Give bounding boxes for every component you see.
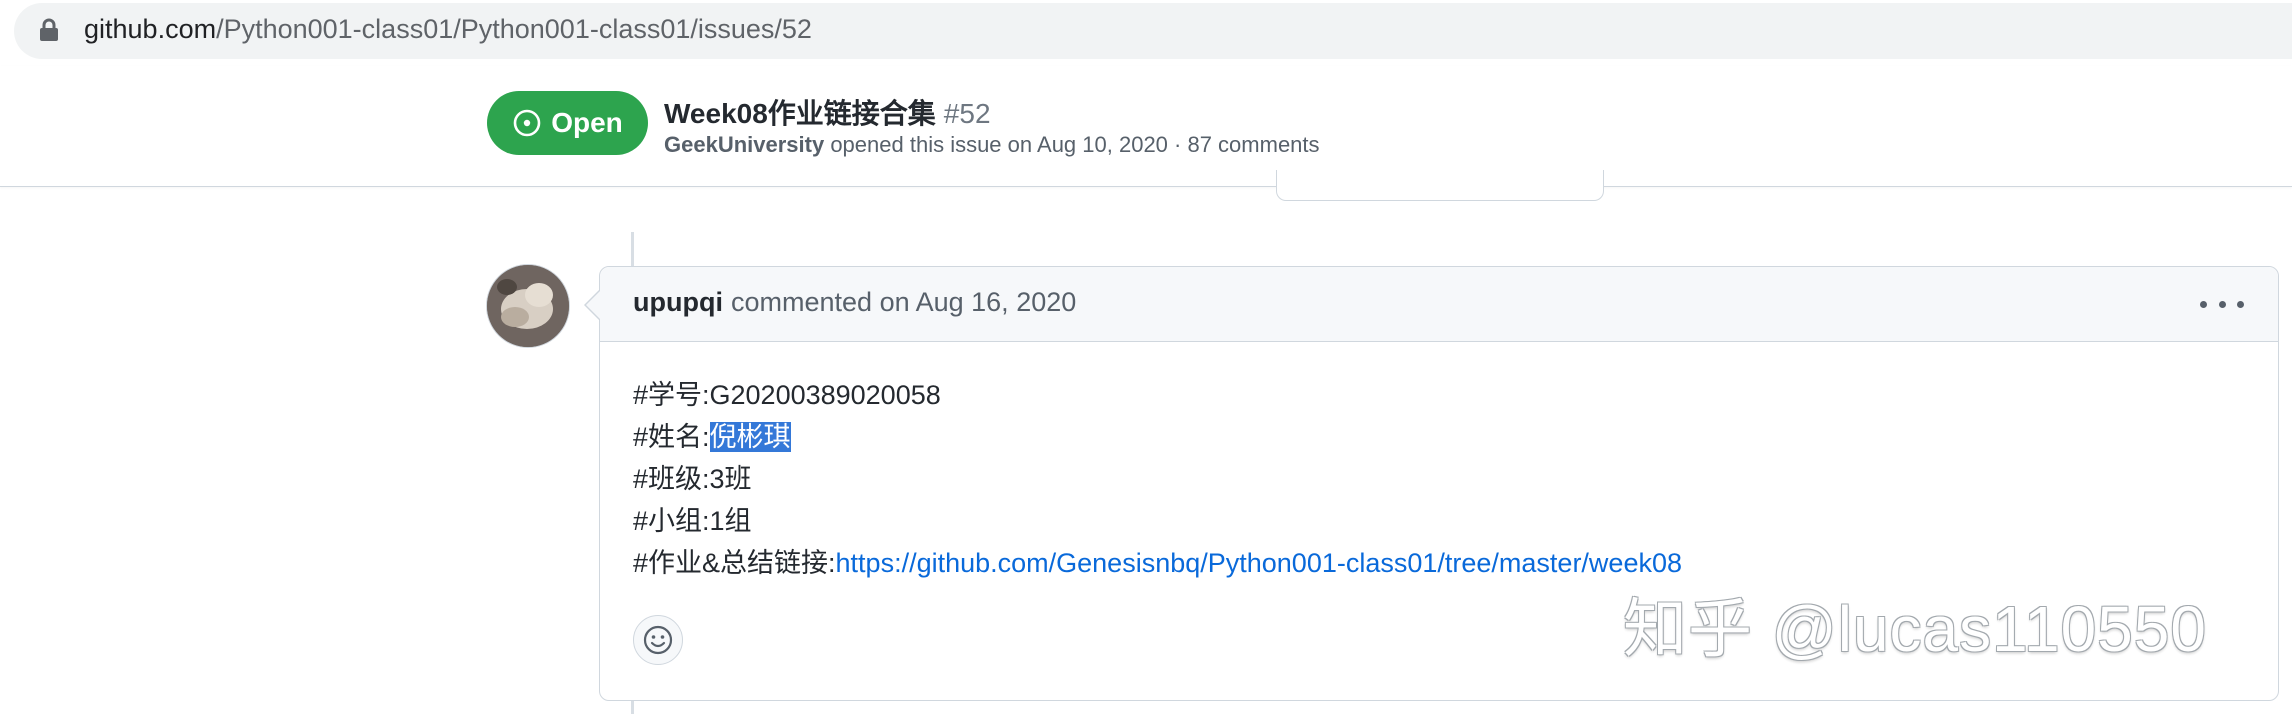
homework-link[interactable]: https://github.com/Genesisnbq/Python001-… — [836, 548, 1682, 578]
issue-state-badge: Open — [487, 91, 648, 155]
comment-header: upupqi commented on Aug 16, 2020 — [600, 267, 2278, 342]
issue-title-text: Week08作业链接合集 — [664, 98, 936, 129]
issue-meta: GeekUniversity opened this issue on Aug … — [664, 132, 1320, 158]
page: github.com/Python001-class01/Python001-c… — [0, 0, 2292, 714]
comment-author-link[interactable]: upupqi — [633, 287, 723, 318]
smiley-icon — [643, 625, 673, 655]
issue-header: Open Week08作业链接合集 #52 GeekUniversity open… — [0, 66, 2292, 187]
avatar-image — [487, 265, 569, 347]
comment-caret-fill — [586, 290, 601, 320]
kebab-horizontal-icon[interactable] — [2200, 289, 2244, 319]
comment-line-group: #小组:1组 — [633, 506, 752, 536]
url-host: github.com — [84, 14, 217, 44]
issue-opened-icon — [513, 109, 541, 137]
browser-toolbar: github.com/Python001-class01/Python001-c… — [0, 0, 2292, 67]
previous-item-edge — [1276, 170, 1604, 201]
comment-line-link: #作业&总结链接:https://github.com/Genesisnbq/P… — [633, 545, 1682, 581]
name-label: #姓名: — [633, 422, 710, 452]
watermark: 知乎 @lucas110550 — [1623, 593, 2207, 665]
comment-date[interactable]: commented on Aug 16, 2020 — [731, 287, 1076, 318]
issue-state-label: Open — [551, 107, 623, 138]
comment-line-name: #姓名:倪彬琪 — [633, 419, 791, 455]
selected-name-text: 倪彬琪 — [709, 422, 791, 452]
issue-title[interactable]: Week08作业链接合集 #52 — [664, 92, 991, 132]
url-path: /Python001-class01/Python001-class01/iss… — [216, 14, 812, 44]
url-text[interactable]: github.com/Python001-class01/Python001-c… — [84, 12, 812, 46]
issue-number: #52 — [943, 98, 991, 129]
avatar[interactable] — [486, 264, 570, 348]
link-label: #作业&总结链接: — [633, 548, 836, 578]
issue-author-link[interactable]: GeekUniversity — [664, 132, 824, 157]
issue-meta-text: opened this issue on Aug 10, 2020 · 87 c… — [824, 132, 1320, 157]
add-reaction-button[interactable] — [633, 615, 683, 665]
lock-icon[interactable] — [38, 18, 60, 42]
comment-line-class: #班级:3班 — [633, 464, 752, 494]
comment-line-student-id: #学号:G20200389020058 — [633, 380, 941, 410]
